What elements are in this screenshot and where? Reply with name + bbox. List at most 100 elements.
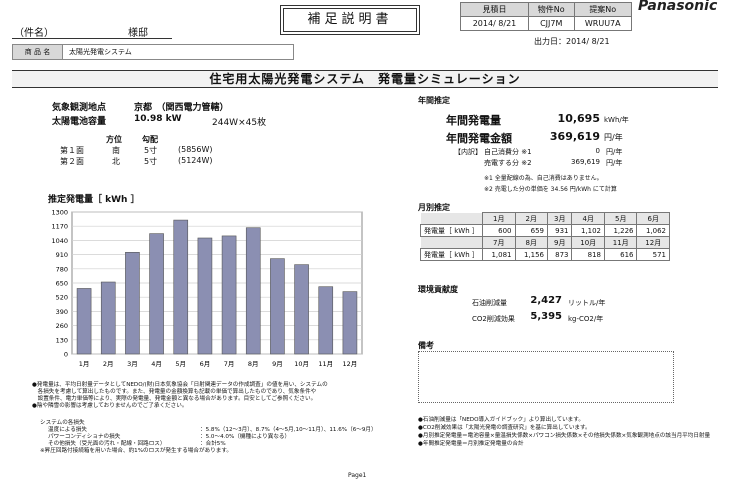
- main-title: 住宅用太陽光発電システム 発電量シミュレーション: [12, 70, 718, 88]
- meta-value-cell: CJJ7M: [527, 16, 575, 31]
- month-value-cell: 1,081: [482, 248, 516, 261]
- meta-header-cell: 提案No: [573, 2, 633, 17]
- co2-unit: kg-CO2/年: [568, 315, 604, 323]
- monthly-generation-chart: 0 130 260 390 520 650 780 910 1040 1170 1300 1月 2月 3…: [51, 209, 363, 368]
- x-tick-label: 10月: [294, 360, 309, 368]
- note-line: ●年間推定発電量＝月別推定発電量の合計: [418, 441, 524, 447]
- customer-underline: [12, 38, 172, 39]
- meta-header-cell: 物件No: [527, 2, 575, 17]
- annual-gen-value: 10,695: [557, 112, 600, 125]
- bar-6月: [197, 237, 213, 355]
- bar-4月: [149, 233, 164, 355]
- month-header-cell: 11月: [603, 236, 638, 249]
- meta-table: 見積日 物件No 提案No 2014/ 8/21 CJJ7M WRUU7A: [460, 2, 633, 31]
- month-header-cell: 9月: [546, 236, 573, 249]
- month-header-cell: 4月: [571, 212, 605, 225]
- note-line: ●石油削減量は「NEDO導入ガイドブック」より算出しています。: [418, 417, 584, 423]
- y-tick-label: 130: [56, 336, 68, 344]
- monthly-table: 1月 2月 3月 4月 5月 6月 発電量［ kWh ］ 600 659 931…: [420, 212, 670, 261]
- x-tick-label: 11月: [318, 360, 333, 368]
- x-tick-label: 12月: [343, 360, 358, 368]
- chart-title: 推定発電量［ kWh ］: [48, 195, 140, 205]
- month-value-cell: 931: [546, 224, 573, 237]
- output-date: 出力日：2014/ 8/21: [534, 37, 610, 46]
- meta-value-cell: 2014/ 8/21: [460, 16, 529, 31]
- loss-value: ：5.0〜4.0%（機種により異なる）: [200, 434, 291, 440]
- x-tick-label: 5月: [175, 360, 186, 368]
- bar-9月: [270, 258, 285, 355]
- self-consumption-value: 0: [595, 147, 600, 155]
- note-line: 設置条件、電力単価等により、実際の発電量、発電金額と異なる場合があります。目安と…: [32, 396, 317, 402]
- y-tick-label: 1040: [51, 237, 68, 245]
- product-label: 商 品 名: [13, 45, 63, 59]
- face-2-pitch: 5寸: [144, 157, 158, 166]
- month-value-cell: 616: [603, 248, 638, 261]
- loss-label: 温度による損失: [48, 427, 87, 433]
- bar-7月: [221, 235, 237, 355]
- month-value-cell: 873: [546, 248, 573, 261]
- face-2-name: 第２面: [60, 157, 84, 166]
- y-tick-label: 1300: [51, 209, 68, 217]
- face-2-watt: (5124W): [178, 156, 213, 165]
- month-header-cell: 2月: [514, 212, 548, 225]
- remarks-section-title: 備考: [418, 341, 434, 350]
- month-value-cell: 1,102: [571, 224, 605, 237]
- month-header-cell: 10月: [571, 236, 605, 249]
- co2-label: CO2削減効果: [472, 315, 515, 323]
- bar-5月: [173, 219, 189, 355]
- face-1-direction: 南: [112, 146, 120, 155]
- bar-10月: [294, 264, 309, 355]
- month-header-cell: 8月: [514, 236, 548, 249]
- annual-note-2: ※2 売電した分の単価を 34.56 円/kWh にて計算: [484, 186, 617, 193]
- face-1-name: 第１面: [60, 146, 84, 155]
- capacity-value: 10.98 kW: [134, 114, 182, 124]
- loss-row: 温度による損失 ：5.8%（12〜3月）、8.7%（4〜5月,10〜11月）、1…: [40, 427, 416, 434]
- x-tick-label: 2月: [103, 360, 114, 368]
- sell-unit: 円/年: [606, 159, 623, 167]
- annual-amount-label: 年間発電金額: [446, 132, 512, 145]
- environment-section-title: 環境貢献度: [418, 285, 458, 294]
- month-value-cell: 1,226: [603, 224, 638, 237]
- row-label: 発電量［ kWh ］: [420, 224, 483, 237]
- loss-row: その他損失（受光面の汚れ・配線・回路ロス） ：合計5%: [40, 441, 416, 448]
- row-label: 発電量［ kWh ］: [420, 248, 483, 261]
- loss-label: その他損失（受光面の汚れ・配線・回路ロス）: [48, 441, 166, 447]
- x-tick-label: 9月: [272, 360, 283, 368]
- y-tick-label: 650: [56, 280, 68, 288]
- annual-amount-value: 369,619: [549, 130, 600, 143]
- note-line: ●月別推定発電量＝電池容量×量温損失係数×パワコン損失係数×その他損失係数×気象…: [418, 433, 711, 439]
- month-header-cell: 6月: [636, 212, 670, 225]
- formula-notes: ●石油削減量は「NEDO導入ガイドブック」より算出しています。 ●CO2削減効果…: [418, 416, 718, 448]
- y-tick-label: 780: [56, 265, 68, 273]
- month-value-cell: 1,156: [514, 248, 548, 261]
- y-tick-label: 390: [56, 308, 68, 316]
- loss-value: ：合計5%: [200, 441, 226, 447]
- annual-section-title: 年間推定: [418, 96, 450, 105]
- loss-notes: システムの各損失 温度による損失 ：5.8%（12〜3月）、8.7%（4〜5月,…: [40, 420, 416, 455]
- brand-logo: Panasonic: [638, 0, 718, 14]
- page-number: Page1: [348, 472, 367, 479]
- co2-value: 5,395: [530, 311, 562, 322]
- loss-row: パワーコンディショナの損失 ：5.0〜4.0%（機種により異なる）: [40, 434, 416, 441]
- x-tick-label: 1月: [79, 360, 90, 368]
- x-tick-label: 6月: [200, 360, 211, 368]
- loss-footnote: ※昇圧回路付接続箱を用いた場合、約1%のロスが発生する場合があります。: [40, 448, 233, 454]
- customer-suffix: 様邸: [128, 28, 148, 39]
- breakdown-tag: 【内訳】: [454, 148, 482, 156]
- annual-gen-unit: kWh/年: [604, 116, 629, 124]
- bar-1月: [76, 288, 92, 355]
- pitch-col-header: 勾配: [142, 135, 158, 144]
- product-row: 商 品 名 太陽光発電システム: [12, 44, 294, 60]
- panel-spec: 244W×45枚: [212, 118, 267, 128]
- month-value-cell: 600: [482, 224, 516, 237]
- loss-label: パワーコンディショナの損失: [48, 434, 121, 440]
- sell-value: 369,619: [571, 158, 600, 166]
- month-header-cell: 1月: [482, 212, 516, 225]
- month-header-cell: 5月: [603, 212, 638, 225]
- self-consumption-label: 自己消費分 ※1: [484, 148, 532, 156]
- direction-col-header: 方位: [106, 135, 122, 144]
- note-line: 各損失を考慮して算出したものです。また、発電量の金額換算も記載の単価で算出したも…: [32, 389, 317, 395]
- method-notes: ●発電量は、平均日射量データとしてNEDO/(財)日本気象協会「日射関連データの…: [32, 382, 408, 410]
- y-tick-label: 520: [56, 294, 68, 302]
- sell-label: 売電する分 ※2: [484, 159, 532, 167]
